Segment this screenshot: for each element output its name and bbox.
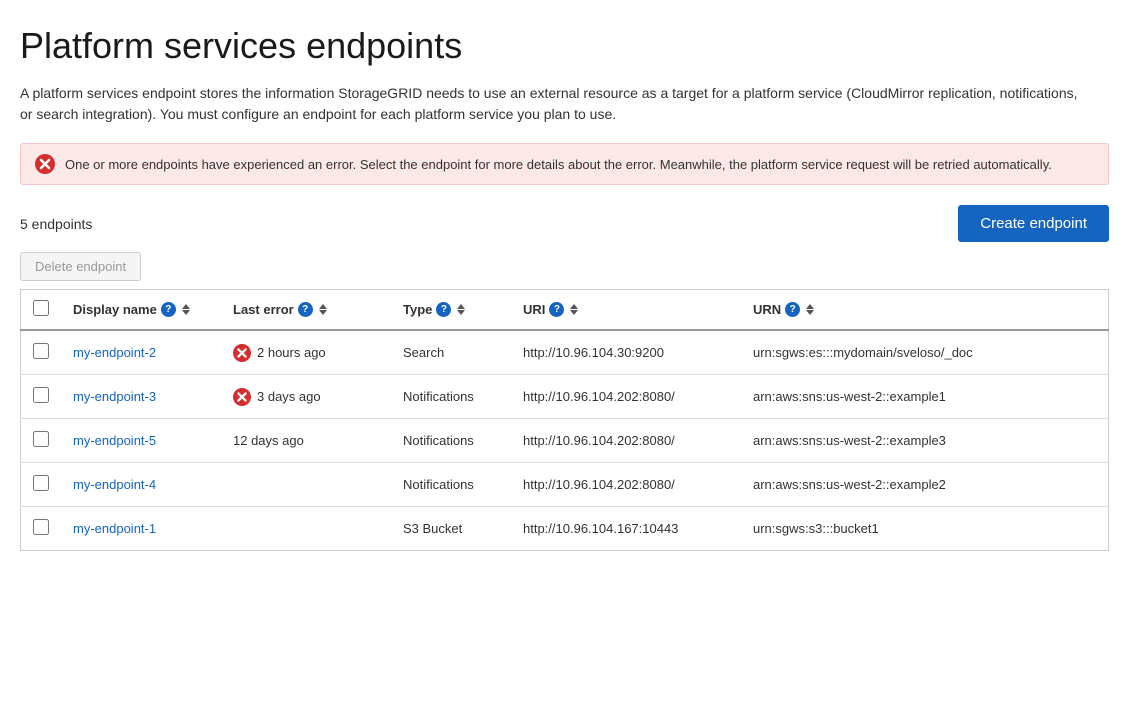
create-endpoint-button[interactable]: Create endpoint <box>958 205 1109 242</box>
error-banner: One or more endpoints have experienced a… <box>20 143 1109 185</box>
table-header-row: Display name ? Last error ? <box>21 290 1109 331</box>
endpoint-urn-1: arn:aws:sns:us-west-2::example1 <box>741 375 1109 419</box>
table-row: my-endpoint-5 12 days ago Notificationshtt… <box>21 419 1109 463</box>
error-banner-icon <box>35 154 55 174</box>
endpoints-table: Display name ? Last error ? <box>20 289 1109 551</box>
urn-sort[interactable] <box>806 304 814 315</box>
table-row: my-endpoint-2 2 hours ago Searchhttp://1… <box>21 330 1109 375</box>
select-all-checkbox[interactable] <box>33 300 49 316</box>
actions-row: Delete endpoint <box>20 252 1109 281</box>
toolbar: 5 endpoints Create endpoint <box>20 205 1109 242</box>
endpoint-type-3: Notifications <box>391 463 511 507</box>
select-all-header <box>21 290 62 331</box>
last-error-text-2: 12 days ago <box>233 433 304 448</box>
type-sort[interactable] <box>457 304 465 315</box>
endpoint-type-0: Search <box>391 330 511 375</box>
th-uri-label: URI <box>523 302 545 317</box>
endpoint-uri-2: http://10.96.104.202:8080/ <box>511 419 741 463</box>
row-checkbox-3[interactable] <box>33 475 49 491</box>
display-name-sort[interactable] <box>182 304 190 315</box>
endpoint-name-1[interactable]: my-endpoint-3 <box>73 389 156 404</box>
endpoint-uri-1: http://10.96.104.202:8080/ <box>511 375 741 419</box>
endpoint-uri-0: http://10.96.104.30:9200 <box>511 330 741 375</box>
uri-help-icon[interactable]: ? <box>549 302 564 317</box>
uri-sort[interactable] <box>570 304 578 315</box>
endpoint-type-2: Notifications <box>391 419 511 463</box>
urn-help-icon[interactable]: ? <box>785 302 800 317</box>
th-urn-label: URN <box>753 302 781 317</box>
error-banner-text: One or more endpoints have experienced a… <box>65 157 1052 172</box>
endpoint-uri-3: http://10.96.104.202:8080/ <box>511 463 741 507</box>
endpoint-name-4[interactable]: my-endpoint-1 <box>73 521 156 536</box>
row-checkbox-0[interactable] <box>33 343 49 359</box>
th-type-label: Type <box>403 302 432 317</box>
endpoint-urn-0: urn:sgws:es:::mydomain/sveloso/_doc <box>741 330 1109 375</box>
error-dot-icon-0 <box>233 344 251 362</box>
last-error-sort[interactable] <box>319 304 327 315</box>
th-uri: URI ? <box>511 290 741 331</box>
row-checkbox-2[interactable] <box>33 431 49 447</box>
th-urn: URN ? <box>741 290 1109 331</box>
table-row: my-endpoint-3 3 days ago Notificationsht… <box>21 375 1109 419</box>
th-last-error-label: Last error <box>233 302 294 317</box>
th-display-name: Display name ? <box>61 290 221 331</box>
endpoint-type-4: S3 Bucket <box>391 507 511 551</box>
last-error-cell-0: 2 hours ago <box>233 344 379 362</box>
page-description: A platform services endpoint stores the … <box>20 83 1080 125</box>
th-type: Type ? <box>391 290 511 331</box>
endpoint-uri-4: http://10.96.104.167:10443 <box>511 507 741 551</box>
endpoint-urn-4: urn:sgws:s3:::bucket1 <box>741 507 1109 551</box>
th-last-error: Last error ? <box>221 290 391 331</box>
last-error-text-1: 3 days ago <box>257 389 321 404</box>
endpoint-type-1: Notifications <box>391 375 511 419</box>
error-dot-icon-1 <box>233 388 251 406</box>
last-error-help-icon[interactable]: ? <box>298 302 313 317</box>
endpoint-count: 5 endpoints <box>20 216 92 232</box>
last-error-text-0: 2 hours ago <box>257 345 326 360</box>
table-row: my-endpoint-4 Notificationshttp://10.96.1… <box>21 463 1109 507</box>
endpoint-urn-2: arn:aws:sns:us-west-2::example3 <box>741 419 1109 463</box>
type-help-icon[interactable]: ? <box>436 302 451 317</box>
endpoint-name-0[interactable]: my-endpoint-2 <box>73 345 156 360</box>
endpoint-name-2[interactable]: my-endpoint-5 <box>73 433 156 448</box>
row-checkbox-1[interactable] <box>33 387 49 403</box>
endpoint-name-3[interactable]: my-endpoint-4 <box>73 477 156 492</box>
th-display-name-label: Display name <box>73 302 157 317</box>
display-name-help-icon[interactable]: ? <box>161 302 176 317</box>
row-checkbox-4[interactable] <box>33 519 49 535</box>
delete-endpoint-button[interactable]: Delete endpoint <box>20 252 141 281</box>
last-error-cell-1: 3 days ago <box>233 388 379 406</box>
table-row: my-endpoint-1 S3 Buckethttp://10.96.104.1… <box>21 507 1109 551</box>
endpoint-urn-3: arn:aws:sns:us-west-2::example2 <box>741 463 1109 507</box>
page-title: Platform services endpoints <box>20 24 1109 67</box>
